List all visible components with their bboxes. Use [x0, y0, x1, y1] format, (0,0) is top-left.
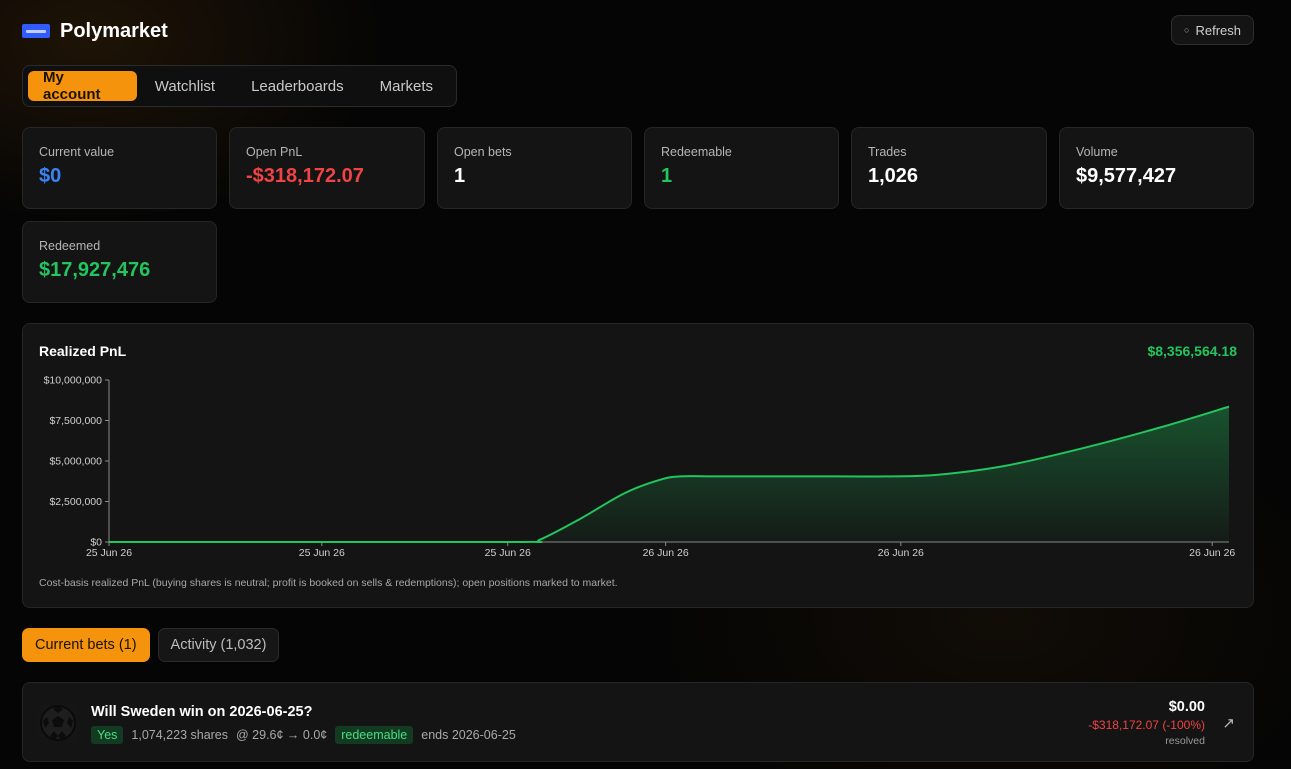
stat-value: $9,577,427 [1076, 165, 1177, 187]
stat-label: Open PnL [246, 145, 303, 159]
bet-value: $0.00 [1168, 699, 1205, 715]
bet-price: @ 29.6¢ → 0.0¢ [236, 728, 328, 742]
bet-pnl: -$318,172.07 (-100%) [1088, 718, 1205, 732]
x-tick-label: 26 Jun 26 [643, 547, 689, 559]
stat-label: Trades [868, 145, 907, 159]
status-badge: redeemable [335, 726, 414, 744]
stat-value: 1 [454, 165, 466, 187]
bet-meta: Yes 1,074,223 shares @ 29.6¢ → 0.0¢ rede… [91, 726, 516, 744]
y-tick-label: $5,000,000 [49, 456, 102, 468]
stat-value: 1 [661, 165, 673, 187]
tab-activity[interactable]: Activity (1,032) [157, 628, 280, 662]
bet-title: Will Sweden win on 2026-06-25? [91, 704, 313, 720]
stat-label: Redeemed [39, 239, 101, 253]
y-tick-label: $2,500,000 [49, 496, 102, 508]
tab-markets[interactable]: Markets [362, 71, 451, 101]
bet-shares: 1,074,223 shares [131, 728, 229, 742]
x-tick-label: 25 Jun 26 [86, 547, 132, 559]
y-tick-label: $10,000,000 [44, 375, 103, 387]
tab-leaderboards[interactable]: Leaderboards [233, 71, 362, 101]
tab-watchlist[interactable]: Watchlist [137, 71, 233, 101]
stat-redeemed: Redeemed $17,927,476 [22, 221, 217, 303]
stat-trades: Trades 1,026 [851, 127, 1047, 209]
header: Polymarket ○ Refresh [22, 15, 1254, 45]
stat-label: Volume [1076, 145, 1118, 159]
refresh-icon: ○ [1184, 25, 1190, 35]
external-link-icon[interactable]: ↗ [1222, 714, 1235, 732]
stat-value: $0 [39, 165, 62, 187]
realized-pnl-chart: $0$2,500,000$5,000,000$7,500,000$10,000,… [44, 375, 1236, 560]
y-tick-label: $7,500,000 [49, 415, 102, 427]
x-tick-label: 26 Jun 26 [878, 547, 924, 559]
chart-note: Cost-basis realized PnL (buying shares i… [39, 577, 618, 589]
stat-open-bets: Open bets 1 [437, 127, 632, 209]
stat-label: Current value [39, 145, 115, 159]
bet-row[interactable]: Will Sweden win on 2026-06-25? Yes 1,074… [22, 682, 1254, 762]
realized-pnl-chart-panel: Realized PnL $8,356,564.18 $0 $2,500,000 $… [22, 323, 1254, 608]
tab-current-bets[interactable]: Current bets (1) [22, 628, 150, 662]
tab-my-account[interactable]: My account [28, 69, 137, 103]
x-tick-label: 26 Jun 26 [1189, 547, 1235, 559]
stat-value: -$318,172.07 [246, 165, 364, 187]
refresh-button[interactable]: ○ Refresh [1171, 15, 1254, 45]
stat-current-value: Current value $0 [22, 127, 217, 209]
brand-title: Polymarket [60, 19, 168, 42]
pnl-area [109, 406, 1229, 543]
bets-tabs: Current bets (1) Activity (1,032) [22, 628, 280, 662]
x-tick-label: 25 Jun 26 [299, 547, 345, 559]
outcome-badge: Yes [91, 726, 124, 744]
stat-label: Open bets [454, 145, 512, 159]
polymarket-logo-icon [22, 24, 50, 38]
stat-value: $17,927,476 [39, 259, 151, 281]
main-tabs: My account Watchlist Leaderboards Market… [22, 65, 457, 107]
stat-open-pnl: Open PnL -$318,172.07 [229, 127, 425, 209]
stat-label: Redeemable [661, 145, 732, 159]
stat-volume: Volume $9,577,427 [1059, 127, 1254, 209]
bet-status: resolved [1165, 735, 1205, 747]
bet-summary: $0.00 -$318,172.07 (-100%) resolved [1088, 699, 1205, 747]
refresh-label: Refresh [1195, 22, 1241, 38]
bet-ends: ends 2026-06-25 [421, 728, 516, 742]
stat-redeemable: Redeemable 1 [644, 127, 839, 209]
stat-value: 1,026 [868, 165, 919, 187]
x-tick-label: 25 Jun 26 [485, 547, 531, 559]
soccer-ball-icon [38, 703, 78, 743]
